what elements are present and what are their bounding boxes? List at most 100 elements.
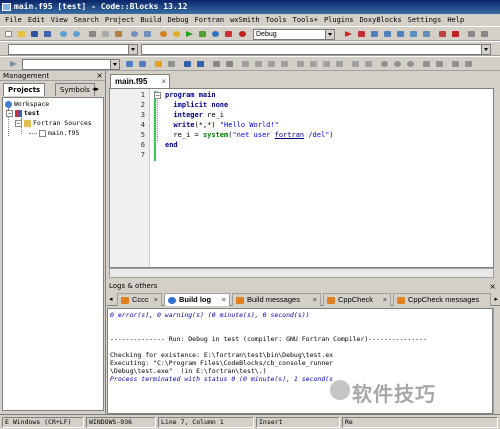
stop-build-icon[interactable] bbox=[237, 29, 248, 39]
jump-icon[interactable] bbox=[8, 59, 19, 69]
open-file-icon[interactable] bbox=[16, 29, 27, 39]
spell-check-icon[interactable] bbox=[421, 59, 432, 69]
jump-forward-icon[interactable] bbox=[137, 59, 148, 69]
debug-info-icon[interactable] bbox=[479, 29, 490, 39]
use-regex-icon[interactable] bbox=[211, 59, 222, 69]
menu-doxyblocks[interactable]: DoxyBlocks bbox=[356, 16, 404, 24]
abort-icon[interactable] bbox=[223, 29, 234, 39]
menu-tools[interactable]: Tools bbox=[263, 16, 290, 24]
build-settings-icon[interactable] bbox=[158, 29, 169, 39]
run-icon[interactable] bbox=[184, 29, 195, 39]
step-instruction-icon[interactable] bbox=[421, 29, 432, 39]
code-editor[interactable]: 1 2 3 4 5 6 7 − program main implicit no… bbox=[109, 88, 494, 268]
collapse-toggle-icon[interactable]: − bbox=[15, 119, 22, 127]
toolbar-option-1-icon[interactable] bbox=[240, 59, 251, 69]
step-into-icon[interactable] bbox=[382, 29, 393, 39]
search-input[interactable] bbox=[22, 59, 120, 70]
tab-cppcheck[interactable]: CppCheck × bbox=[323, 293, 391, 306]
toolbar-option-9-icon[interactable] bbox=[350, 59, 361, 69]
menu-settings[interactable]: Settings bbox=[405, 16, 445, 24]
tab-projects[interactable]: Projects bbox=[3, 83, 46, 96]
menu-project[interactable]: Project bbox=[102, 16, 138, 24]
tab-scroll-right-icon[interactable]: ▸ bbox=[494, 295, 498, 303]
tab-build-log[interactable]: Build log × bbox=[164, 293, 230, 306]
tab-symbols[interactable]: Symbols bbox=[55, 83, 95, 96]
tree-workspace[interactable]: Workspace bbox=[5, 100, 49, 109]
fold-toggle-icon[interactable]: − bbox=[154, 92, 161, 99]
stop-debugger-icon[interactable] bbox=[450, 29, 461, 39]
build-target-select[interactable]: Debug bbox=[253, 29, 335, 40]
next-instruction-icon[interactable] bbox=[408, 29, 419, 39]
scope-select[interactable] bbox=[8, 44, 138, 55]
close-icon[interactable]: × bbox=[383, 294, 387, 306]
tab-cccc[interactable]: Cccc × bbox=[117, 293, 162, 306]
prev-bookmark-icon[interactable] bbox=[182, 59, 193, 69]
run-to-cursor-icon[interactable] bbox=[356, 29, 367, 39]
menu-debug[interactable]: Debug bbox=[164, 16, 191, 24]
close-icon[interactable]: × bbox=[313, 294, 317, 306]
jump-back-icon[interactable] bbox=[124, 59, 135, 69]
menu-build[interactable]: Build bbox=[137, 16, 164, 24]
toolbar-option-6-icon[interactable] bbox=[308, 59, 319, 69]
toolbar-option-5-icon[interactable] bbox=[295, 59, 306, 69]
menu-tools-plus[interactable]: Tools+ bbox=[290, 16, 321, 24]
comment-icon[interactable] bbox=[450, 59, 461, 69]
tree-folder-fortran[interactable]: − Fortran Sources bbox=[15, 119, 92, 128]
highlight-icon[interactable] bbox=[153, 59, 164, 69]
tree-project-test[interactable]: − test bbox=[6, 109, 40, 118]
toolbar-option-8-icon[interactable] bbox=[334, 59, 345, 69]
toolbar-option-10-icon[interactable] bbox=[363, 59, 374, 69]
next-line-icon[interactable] bbox=[369, 29, 380, 39]
menu-view[interactable]: View bbox=[48, 16, 71, 24]
thesaurus-icon[interactable] bbox=[434, 59, 445, 69]
debug-windows-icon[interactable] bbox=[466, 29, 477, 39]
copy-icon[interactable] bbox=[100, 29, 111, 39]
menu-search[interactable]: Search bbox=[71, 16, 102, 24]
redo-icon[interactable] bbox=[71, 29, 82, 39]
build-and-run-icon[interactable] bbox=[197, 29, 208, 39]
tab-cppcheck-messages[interactable]: CppCheck messages bbox=[393, 293, 491, 306]
toolbar-option-3-icon[interactable] bbox=[266, 59, 277, 69]
menu-plugins[interactable]: Plugins bbox=[321, 16, 357, 24]
tab-build-messages[interactable]: Build messages × bbox=[232, 293, 321, 306]
menu-file[interactable]: File bbox=[2, 16, 25, 24]
save-all-icon[interactable] bbox=[42, 29, 53, 39]
toolbar-option-2-icon[interactable] bbox=[253, 59, 264, 69]
menu-edit[interactable]: Edit bbox=[25, 16, 48, 24]
undo-icon[interactable] bbox=[58, 29, 69, 39]
zoom-out-icon[interactable] bbox=[392, 59, 403, 69]
function-select[interactable] bbox=[141, 44, 491, 55]
match-case-icon[interactable] bbox=[224, 59, 235, 69]
menu-help[interactable]: Help bbox=[444, 16, 467, 24]
zoom-reset-icon[interactable] bbox=[405, 59, 416, 69]
close-icon[interactable]: × bbox=[222, 294, 226, 306]
tab-scroll-arrows[interactable]: ◂▸ bbox=[92, 85, 99, 93]
replace-icon[interactable] bbox=[142, 29, 153, 39]
save-icon[interactable] bbox=[29, 29, 40, 39]
paste-icon[interactable] bbox=[113, 29, 124, 39]
zoom-in-icon[interactable] bbox=[379, 59, 390, 69]
rebuild-icon[interactable] bbox=[210, 29, 221, 39]
break-debugger-icon[interactable] bbox=[437, 29, 448, 39]
clear-highlight-icon[interactable] bbox=[166, 59, 177, 69]
close-icon[interactable]: × bbox=[154, 294, 158, 306]
build-icon[interactable] bbox=[171, 29, 182, 39]
step-out-icon[interactable] bbox=[395, 29, 406, 39]
tree-file-main[interactable]: main.f95 bbox=[39, 129, 79, 138]
menu-fortran[interactable]: Fortran bbox=[192, 16, 228, 24]
toolbar-option-4-icon[interactable] bbox=[279, 59, 290, 69]
tab-scroll-left-icon[interactable]: ◂ bbox=[109, 295, 113, 303]
debug-start-icon[interactable] bbox=[343, 29, 354, 39]
toolbar-option-7-icon[interactable] bbox=[321, 59, 332, 69]
close-icon[interactable]: × bbox=[161, 75, 166, 88]
collapse-toggle-icon[interactable]: − bbox=[6, 109, 13, 117]
menu-wxsmith[interactable]: wxSmith bbox=[227, 16, 263, 24]
find-icon[interactable] bbox=[129, 29, 140, 39]
cut-icon[interactable] bbox=[87, 29, 98, 39]
logs-vertical-scrollbar[interactable] bbox=[493, 308, 500, 414]
close-icon[interactable]: × bbox=[96, 71, 103, 81]
new-file-icon[interactable] bbox=[3, 29, 14, 39]
uncomment-icon[interactable] bbox=[463, 59, 474, 69]
next-bookmark-icon[interactable] bbox=[195, 59, 206, 69]
editor-tab-main-f95[interactable]: main.f95 × bbox=[110, 74, 170, 88]
